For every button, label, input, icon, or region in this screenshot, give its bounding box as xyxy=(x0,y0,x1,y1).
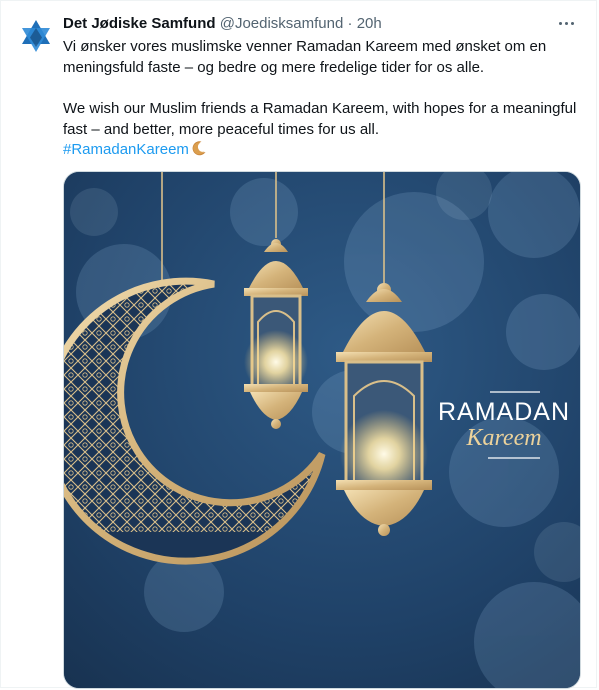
tweet-image[interactable]: RAMADAN Kareem xyxy=(63,171,581,689)
display-name[interactable]: Det Jødiske Samfund xyxy=(63,15,216,32)
hashtag-link[interactable]: #RamadanKareem xyxy=(63,141,189,158)
kareem-title: Kareem xyxy=(465,425,541,451)
avatar[interactable] xyxy=(15,15,57,57)
ramadan-kareem-illustration: RAMADAN Kareem xyxy=(64,172,580,688)
tweet[interactable]: Det Jødiske Samfund @Joedisksamfund · 20… xyxy=(0,0,597,689)
ramadan-title: RAMADAN xyxy=(438,398,570,426)
crescent-moon-icon xyxy=(192,141,206,156)
tweet-text-danish: Vi ønsker vores muslimske venner Ramadan… xyxy=(63,38,547,76)
star-of-david-icon xyxy=(22,20,50,52)
tweet-text-english: We wish our Muslim friends a Ramadan Kar… xyxy=(63,100,577,138)
user-handle[interactable]: @Joedisksamfund xyxy=(220,15,344,32)
tweet-header: Det Jødiske Samfund @Joedisksamfund · 20… xyxy=(63,14,382,34)
tweet-text: Vi ønsker vores muslimske venner Ramadan… xyxy=(63,37,583,161)
more-options-icon[interactable] xyxy=(554,13,578,33)
timestamp[interactable]: 20h xyxy=(357,15,382,32)
separator-dot: · xyxy=(347,15,353,32)
